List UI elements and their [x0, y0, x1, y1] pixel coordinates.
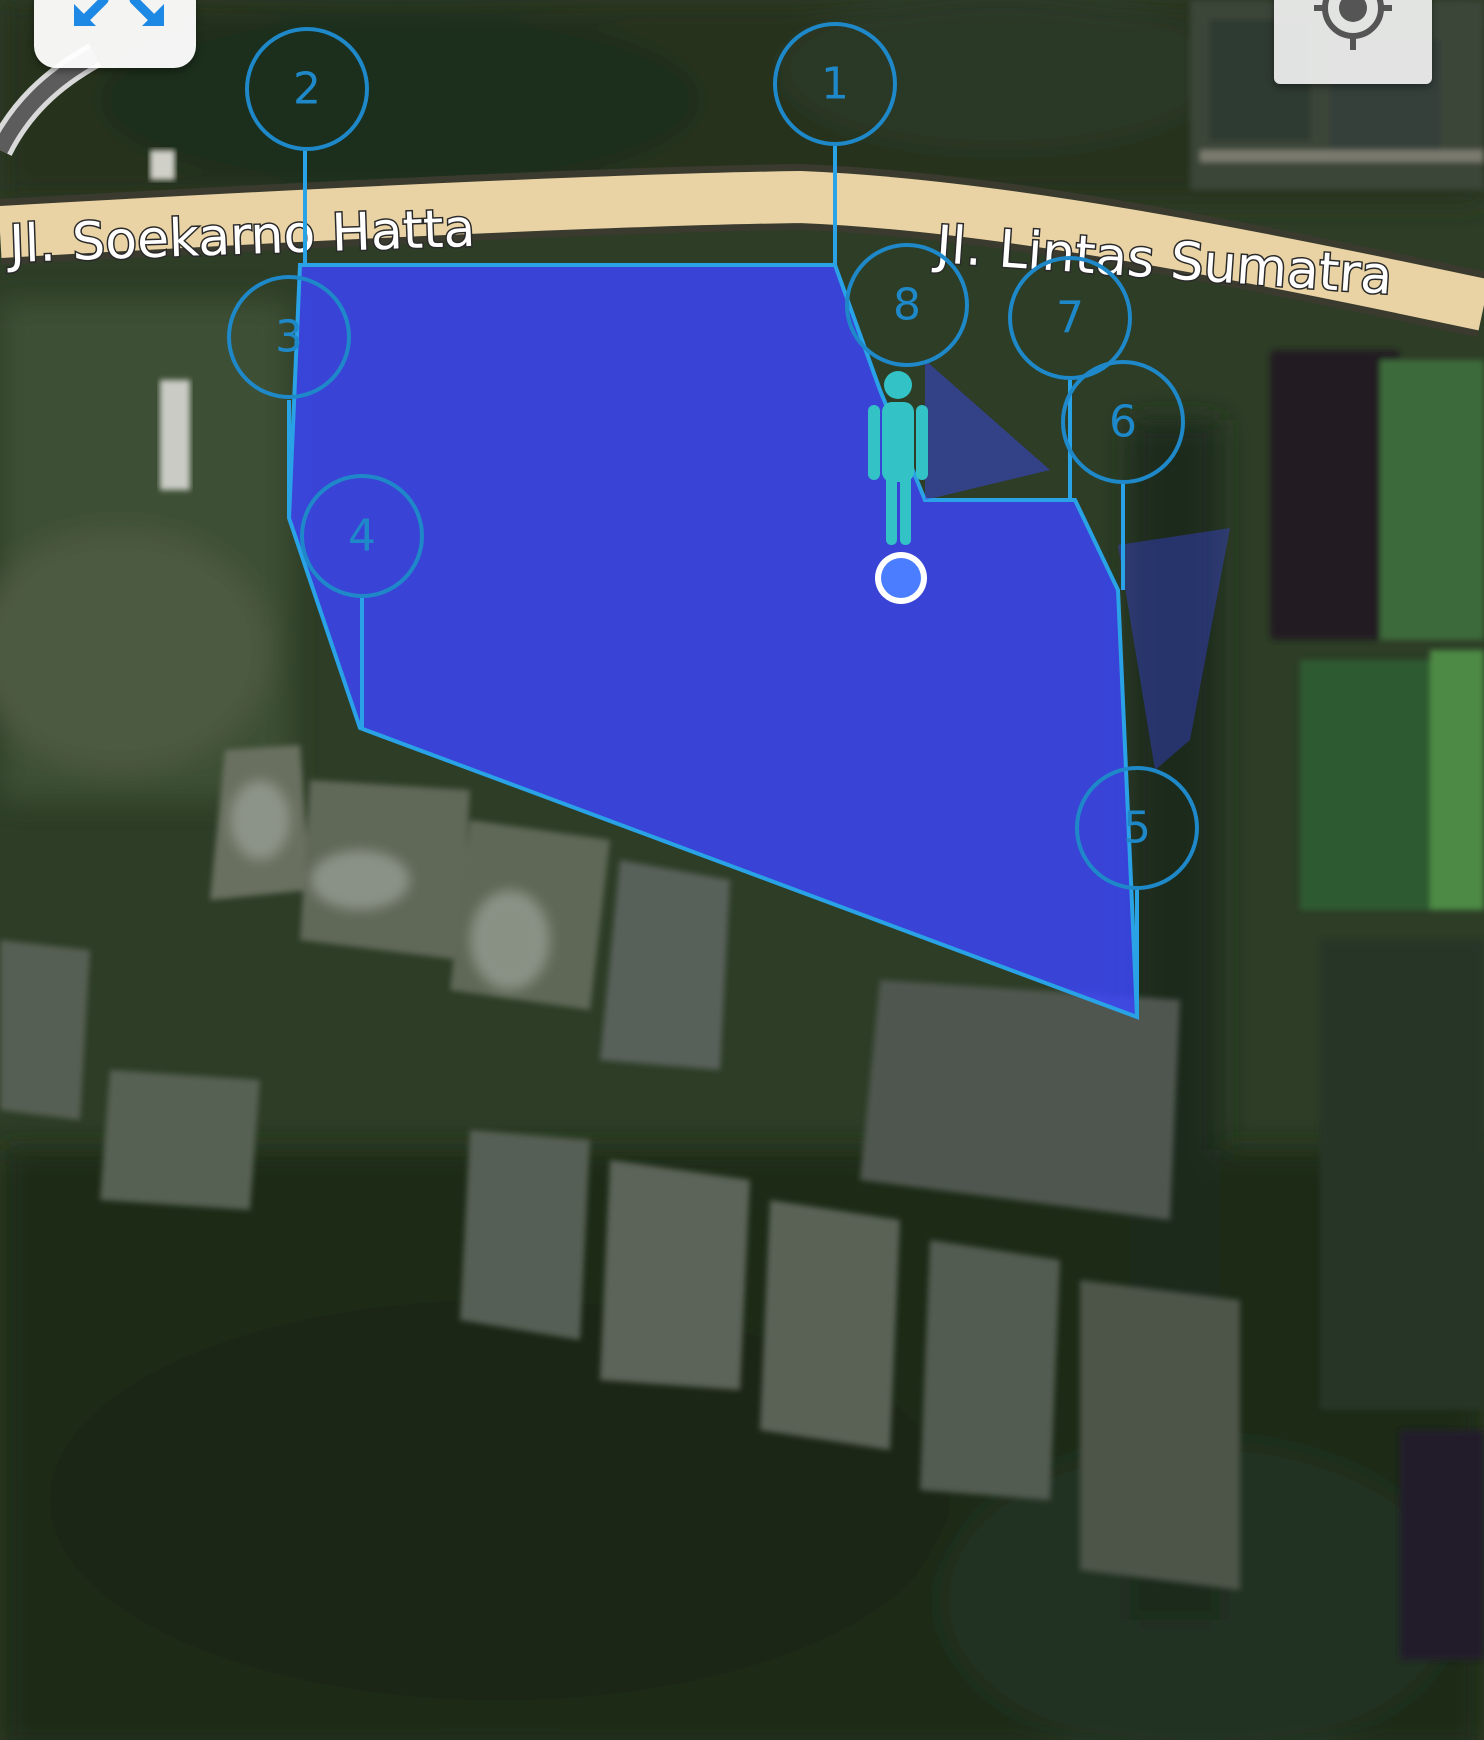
svg-text:4: 4 [348, 511, 376, 562]
my-location-icon [1314, 0, 1392, 50]
my-location-button[interactable] [1274, 0, 1432, 84]
user-location-dot [875, 552, 927, 604]
svg-text:1: 1 [821, 59, 849, 110]
svg-text:2: 2 [293, 64, 321, 115]
satellite-imagery: Jl. Soekarno Hatta Jl. Lintas Sumatra 1 … [0, 0, 1484, 1740]
fullscreen-icon [74, 0, 164, 26]
svg-text:7: 7 [1056, 293, 1084, 344]
svg-text:8: 8 [893, 280, 921, 331]
svg-text:3: 3 [275, 312, 303, 363]
svg-text:5: 5 [1123, 803, 1151, 854]
svg-text:6: 6 [1109, 397, 1137, 448]
map-view[interactable]: Jl. Soekarno Hatta Jl. Lintas Sumatra 1 … [0, 0, 1484, 1740]
fullscreen-button[interactable] [34, 0, 196, 68]
